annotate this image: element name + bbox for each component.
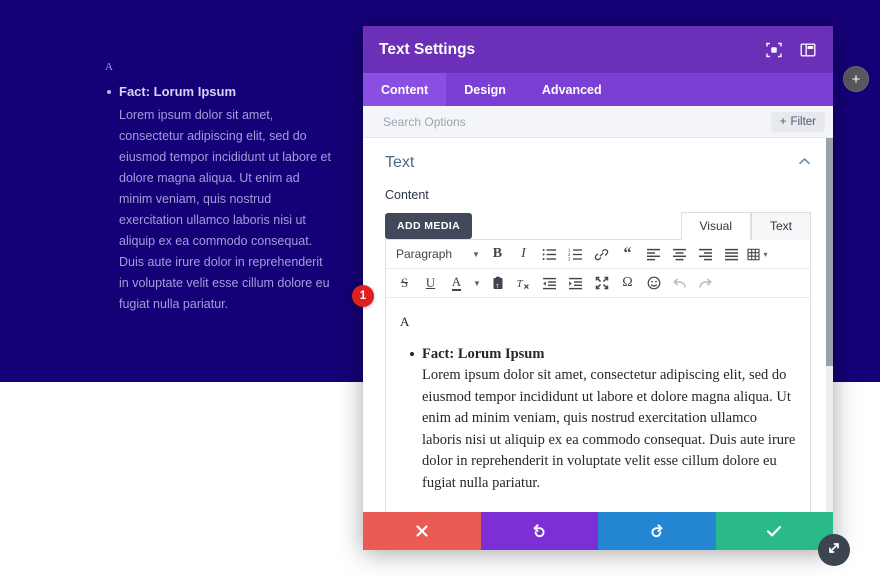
svg-text:T: T: [517, 278, 524, 290]
resize-diagonal-icon: [826, 540, 842, 561]
chevron-down-icon: ▼: [472, 249, 480, 259]
section-header-text[interactable]: Text: [385, 154, 811, 172]
paragraph-format-label: Paragraph: [396, 247, 453, 261]
cancel-button[interactable]: [363, 512, 481, 550]
focus-target-icon[interactable]: [765, 41, 783, 59]
resize-handle[interactable]: [818, 534, 850, 566]
align-justify-icon[interactable]: [719, 243, 744, 265]
modal-body: Text Content ADD MEDIA Visual Text Parag…: [363, 138, 833, 512]
paragraph-format-select[interactable]: Paragraph ▼: [392, 243, 484, 265]
svg-text:T: T: [496, 284, 499, 289]
text-color-icon[interactable]: A: [444, 272, 469, 294]
tab-design-label: Design: [464, 82, 506, 97]
undo-arrow-icon: [531, 523, 547, 539]
bulleted-list-icon[interactable]: [537, 243, 562, 265]
search-bar: + Filter: [363, 106, 833, 138]
redo-icon[interactable]: [693, 272, 718, 294]
editor-content-area[interactable]: A Fact: Lorum Ipsum Lorem ipsum dolor si…: [386, 298, 810, 512]
fullscreen-icon[interactable]: [589, 272, 614, 294]
indent-icon[interactable]: [563, 272, 588, 294]
editor-toolbar-row-2: S U A ▼ T T Ω: [386, 269, 810, 298]
step-badge: 1: [352, 285, 374, 307]
tab-visual-label: Visual: [699, 219, 732, 233]
editor-title: Fact: Lorum Ipsum: [422, 346, 545, 362]
tab-text[interactable]: Text: [750, 212, 811, 240]
modal-tabbar: Content Design Advanced: [363, 73, 833, 106]
wysiwyg-editor: Paragraph ▼ B I 1 2 3 “ ▾ S U A ▼ T T Ω …: [385, 239, 811, 512]
tab-content-label: Content: [381, 82, 429, 97]
paste-as-text-icon[interactable]: T: [485, 272, 510, 294]
header-icon-group: [765, 41, 817, 59]
add-media-label: ADD MEDIA: [397, 220, 461, 232]
panel-layout-icon[interactable]: [799, 41, 817, 59]
list-item: Fact: Lorum Ipsum Lorem ipsum dolor sit …: [410, 344, 798, 494]
page-title: Text Settings: [379, 40, 476, 58]
content-field-label: Content: [385, 188, 429, 202]
modal-footer: [363, 512, 833, 550]
tab-design[interactable]: Design: [446, 73, 524, 106]
align-center-icon[interactable]: [667, 243, 692, 265]
redo-arrow-icon: [649, 523, 665, 539]
add-module-button[interactable]: +: [843, 66, 869, 92]
undo-icon[interactable]: [667, 272, 692, 294]
filter-button[interactable]: + Filter: [770, 111, 825, 132]
numbered-list-icon[interactable]: 1 2 3: [563, 243, 588, 265]
editor-body: Lorem ipsum dolor sit amet, consectetur …: [422, 367, 796, 491]
close-x-icon: [415, 524, 429, 538]
table-icon[interactable]: ▾: [745, 243, 770, 265]
plus-icon: +: [779, 115, 787, 128]
section-title: Text: [385, 154, 415, 171]
text-color-dropdown-chevron-down-icon[interactable]: ▼: [470, 272, 484, 294]
blockquote-icon[interactable]: “: [615, 243, 640, 265]
align-left-icon[interactable]: [641, 243, 666, 265]
save-button[interactable]: [715, 512, 833, 550]
tab-advanced-label: Advanced: [541, 82, 602, 97]
plus-icon: +: [851, 70, 861, 88]
tab-content[interactable]: Content: [363, 73, 447, 106]
modal-header: Text Settings: [363, 26, 833, 73]
tab-text-label: Text: [769, 219, 792, 233]
preview-body: Lorem ipsum dolor sit amet, consectetur …: [119, 108, 331, 311]
link-icon[interactable]: [589, 243, 614, 265]
filter-label: Filter: [790, 115, 816, 128]
align-right-icon[interactable]: [693, 243, 718, 265]
text-module-preview[interactable]: A Fact: Lorum Ipsum Lorem ipsum dolor si…: [105, 60, 335, 315]
special-character-icon[interactable]: Ω: [615, 272, 640, 294]
outdent-icon[interactable]: [537, 272, 562, 294]
chevron-down-icon: ▾: [763, 249, 768, 259]
preview-list: Fact: Lorum Ipsum Lorem ipsum dolor sit …: [105, 83, 335, 315]
undo-button[interactable]: [480, 512, 598, 550]
strikethrough-icon[interactable]: S: [392, 272, 417, 294]
text-settings-modal: 1 Text Settings Content Design Advanced …: [352, 26, 833, 550]
svg-text:3: 3: [568, 256, 571, 260]
italic-icon[interactable]: I: [511, 243, 536, 265]
emoji-icon[interactable]: [641, 272, 666, 294]
clear-formatting-icon[interactable]: T: [511, 272, 536, 294]
add-media-button[interactable]: ADD MEDIA: [385, 213, 473, 239]
preview-letter: A: [105, 61, 113, 73]
search-input[interactable]: [383, 114, 771, 129]
editor-topbar: ADD MEDIA Visual Text: [385, 211, 811, 240]
tab-visual[interactable]: Visual: [680, 212, 751, 240]
editor-list: Fact: Lorum Ipsum Lorem ipsum dolor sit …: [400, 344, 798, 494]
modal-scrollbar[interactable]: [826, 138, 833, 512]
preview-title: Fact: Lorum Ipsum: [119, 84, 237, 99]
tab-advanced[interactable]: Advanced: [524, 73, 620, 106]
app-root: A Fact: Lorum Ipsum Lorem ipsum dolor si…: [0, 0, 880, 578]
modal-scrollbar-thumb[interactable]: [826, 138, 833, 366]
editor-letter: A: [400, 314, 410, 329]
bold-icon[interactable]: B: [485, 243, 510, 265]
underline-icon[interactable]: U: [418, 272, 443, 294]
list-item: Fact: Lorum Ipsum Lorem ipsum dolor sit …: [105, 83, 335, 315]
checkmark-icon: [766, 524, 782, 538]
editor-mode-tabs: Visual Text: [680, 211, 811, 240]
editor-toolbar-row-1: Paragraph ▼ B I 1 2 3 “ ▾: [386, 240, 810, 269]
redo-button[interactable]: [598, 512, 716, 550]
chevron-up-icon[interactable]: [798, 157, 811, 169]
